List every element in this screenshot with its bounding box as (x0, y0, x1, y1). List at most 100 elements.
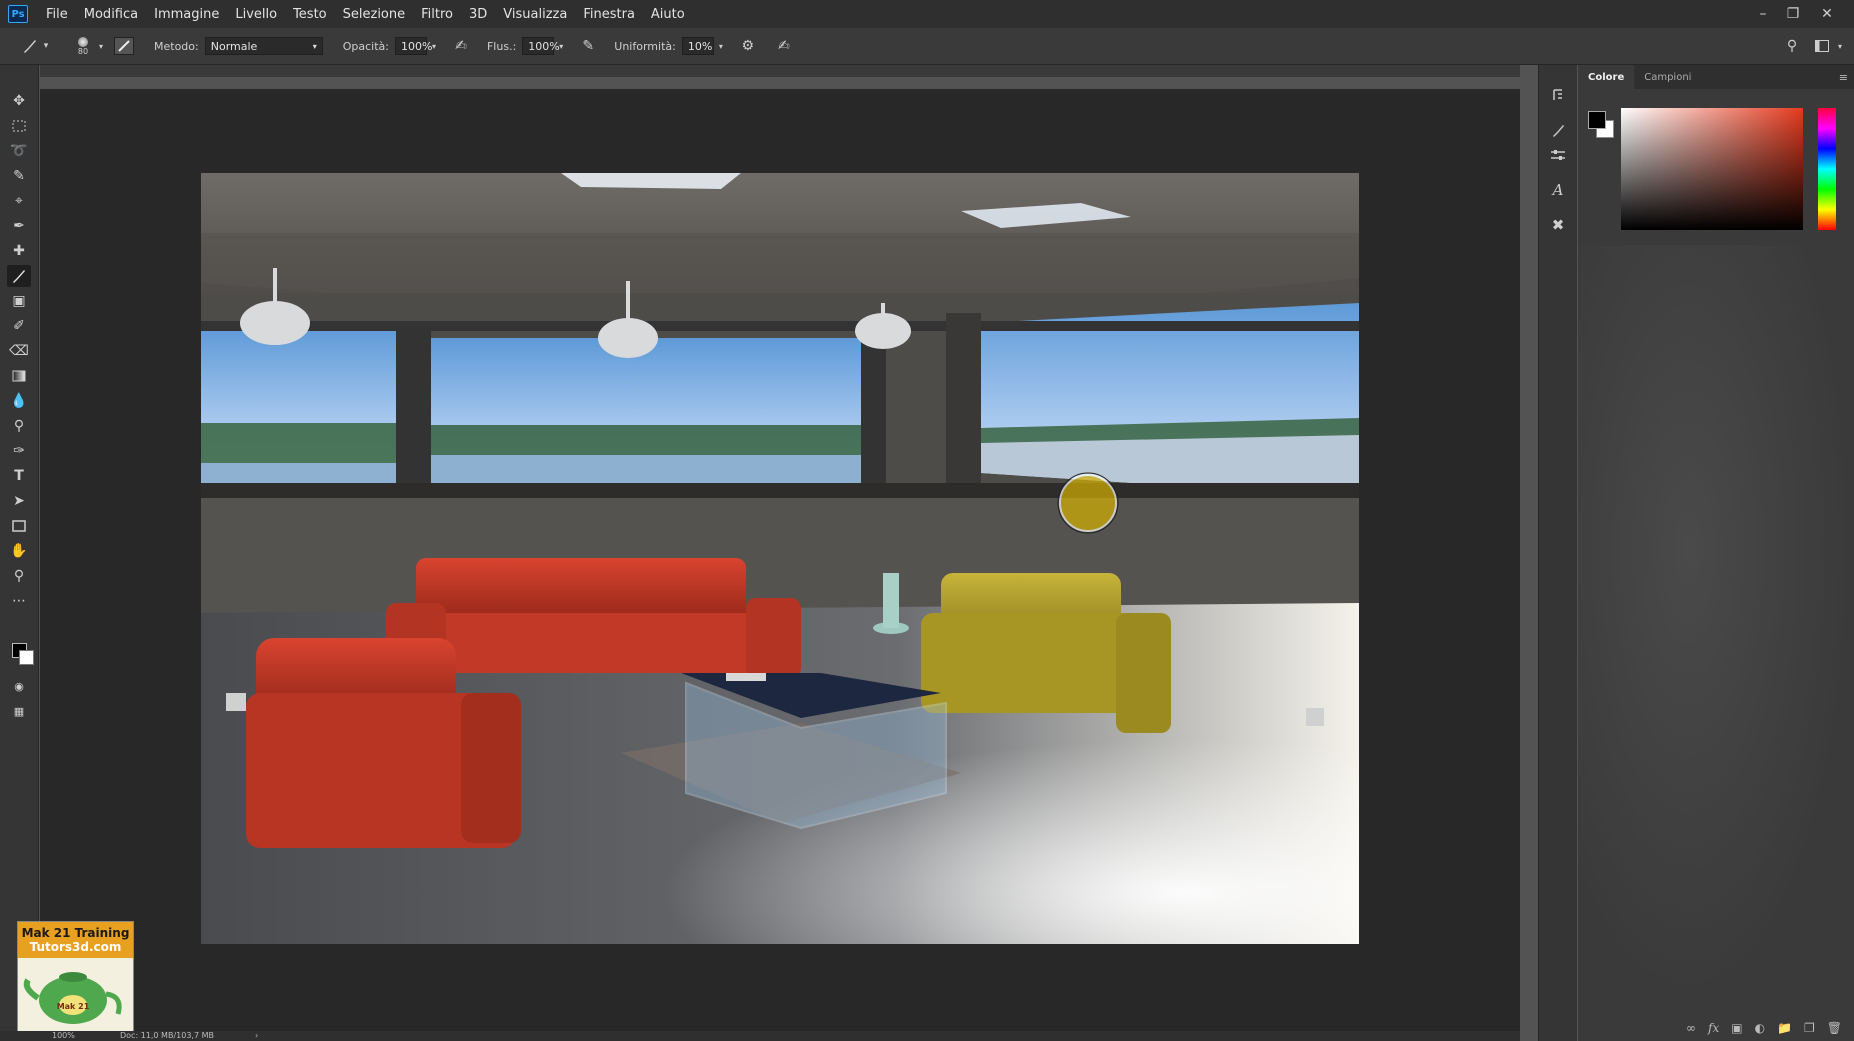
fx-icon[interactable]: fx (1708, 1021, 1719, 1035)
panel-menu-icon[interactable]: ≡ (1839, 71, 1848, 84)
menu-livello[interactable]: Livello (227, 7, 285, 22)
layers-panel-footer: ∞ fx ▣ ◐ 📁 ❐ 🗑 (1578, 1015, 1854, 1041)
clone-stamp-tool-icon[interactable]: ▣ (7, 290, 31, 312)
search-icon[interactable]: ⚲ (1782, 38, 1802, 54)
dodge-tool-icon[interactable]: ⚲ (7, 415, 31, 437)
uniformita-label: Uniformità: (614, 39, 676, 53)
minimize-icon[interactable]: – (1748, 0, 1778, 28)
background-color-swatch[interactable] (19, 650, 34, 665)
training-watermark: Mak 21 Training Tutors3d.com Mak 21 (17, 921, 134, 1035)
document-tab-strip (40, 65, 1520, 77)
chevron-down-icon[interactable]: ▾ (554, 42, 568, 51)
chevron-down-icon[interactable]: ▾ (427, 42, 441, 51)
adjustments-icon[interactable] (1548, 145, 1568, 165)
trash-icon[interactable]: 🗑 (1827, 1021, 1842, 1035)
lasso-tool-icon[interactable]: ➰ (7, 140, 31, 162)
more-tools-icon[interactable]: ⋯ (7, 590, 31, 612)
tab-colore[interactable]: Colore (1578, 65, 1635, 89)
tools-icon[interactable]: ✖ (1548, 215, 1568, 235)
metodo-value: Normale (210, 39, 258, 53)
screen-mode-icon[interactable]: ▦ (7, 700, 31, 722)
brush-settings-icon[interactable] (1548, 120, 1568, 140)
zoom-tool-icon[interactable]: ⚲ (7, 565, 31, 587)
panel-icon-column: A ✖ (1538, 65, 1577, 1041)
chevron-down-icon: ▾ (312, 41, 317, 51)
menu-visualizza[interactable]: Visualizza (495, 7, 575, 22)
hue-slider[interactable] (1818, 108, 1836, 230)
type-tool-icon[interactable]: T (7, 465, 31, 487)
hand-tool-icon[interactable]: ✋ (7, 540, 31, 562)
brush-tool-icon[interactable] (7, 265, 31, 287)
pressure-size-icon[interactable]: ✍ (774, 38, 794, 54)
new-layer-icon[interactable]: ❐ (1804, 1021, 1815, 1035)
metodo-label: Metodo: (154, 39, 199, 53)
workspace-icon[interactable] (1812, 40, 1832, 52)
new-group-icon[interactable]: 📁 (1777, 1021, 1792, 1035)
brush-settings-icon[interactable] (114, 37, 134, 55)
metodo-select[interactable]: Normale ▾ (204, 37, 323, 55)
quick-mask-icon[interactable]: ◉ (7, 675, 31, 697)
crop-tool-icon[interactable]: ⌖ (7, 190, 31, 212)
eraser-tool-icon[interactable]: ⌫ (7, 340, 31, 362)
watermark-line1: Mak 21 Training (21, 926, 130, 940)
character-icon[interactable]: A (1548, 180, 1568, 200)
document-image[interactable] (201, 173, 1359, 944)
uniformita-input[interactable]: 10% (681, 37, 714, 55)
chevron-down-icon[interactable]: ▾ (714, 42, 728, 51)
blur-tool-icon[interactable]: 💧 (7, 390, 31, 412)
chevron-down-icon[interactable]: ▾ (40, 41, 52, 51)
path-selection-tool-icon[interactable]: ➤ (7, 490, 31, 512)
opacita-label: Opacità: (342, 39, 389, 53)
watermark-logo-text: Mak 21 (57, 1002, 90, 1011)
blurred-panel-area (1578, 245, 1854, 1005)
brush-tool-icon[interactable] (20, 38, 40, 54)
menu-aiuto[interactable]: Aiuto (643, 7, 693, 22)
airbrush-icon[interactable]: ✎ (578, 38, 598, 54)
gradient-tool-icon[interactable] (7, 365, 31, 387)
adjustment-layer-icon[interactable]: ◐ (1755, 1021, 1765, 1035)
options-bar: ▾ 80 ▾ Metodo: Normale ▾ Opacità: 100% ▾… (0, 28, 1854, 65)
brush-size-value: 80 (77, 46, 89, 56)
zoom-level[interactable]: 100% (52, 1031, 75, 1040)
eyedropper-tool-icon[interactable]: ✒ (7, 215, 31, 237)
panel-tabs: Colore Campioni ≡ (1578, 65, 1854, 89)
gear-icon[interactable]: ⚙ (738, 38, 758, 54)
watermark-header: Mak 21 Training Tutors3d.com (18, 922, 133, 958)
watermark-line2: Tutors3d.com (29, 940, 122, 954)
tab-campioni[interactable]: Campioni (1634, 65, 1701, 89)
pressure-opacity-icon[interactable]: ✍ (451, 38, 471, 54)
close-icon[interactable]: ✕ (1812, 0, 1842, 28)
pen-tool-icon[interactable]: ✑ (7, 440, 31, 462)
menu-modifica[interactable]: Modifica (76, 7, 146, 22)
menu-filtro[interactable]: Filtro (413, 7, 461, 22)
opacita-input[interactable]: 100% (394, 37, 432, 55)
menu-immagine[interactable]: Immagine (146, 7, 227, 22)
add-mask-icon[interactable]: ▣ (1731, 1021, 1742, 1035)
link-layers-icon[interactable]: ∞ (1686, 1021, 1696, 1035)
flusso-input[interactable]: 100% (522, 37, 560, 55)
foreground-color-swatch[interactable] (1588, 111, 1606, 129)
document-size: Doc: 11,0 MB/103,7 MB (120, 1031, 214, 1040)
chevron-down-icon[interactable]: ▾ (96, 42, 106, 51)
rectangle-tool-icon[interactable] (7, 515, 31, 537)
chevron-right-icon[interactable]: › (255, 1031, 258, 1040)
color-picker-field[interactable] (1621, 108, 1803, 230)
move-tool-icon[interactable]: ✥ (7, 90, 31, 112)
status-bar: 100% Doc: 11,0 MB/103,7 MB › (0, 1031, 1520, 1041)
chevron-down-icon[interactable]: ▾ (1834, 42, 1846, 51)
history-icon[interactable] (1548, 85, 1568, 105)
brush-preset-picker[interactable]: 80 (70, 36, 96, 56)
menu-file[interactable]: File (38, 7, 76, 22)
healing-brush-tool-icon[interactable]: ✚ (7, 240, 31, 262)
color-panel: Colore Campioni ≡ ∞ fx ▣ ◐ 📁 ❐ 🗑 (1578, 65, 1854, 1041)
quick-selection-tool-icon[interactable]: ✎ (7, 165, 31, 187)
marquee-tool-icon[interactable] (7, 115, 31, 137)
restore-icon[interactable]: ❐ (1778, 0, 1808, 28)
menu-3d[interactable]: 3D (461, 7, 495, 22)
teapot-logo-icon: Mak 21 (23, 972, 122, 1024)
history-brush-tool-icon[interactable]: ✐ (7, 315, 31, 337)
photoshop-logo: Ps (8, 5, 28, 23)
menu-testo[interactable]: Testo (285, 7, 335, 22)
menu-selezione[interactable]: Selezione (335, 7, 414, 22)
menu-finestra[interactable]: Finestra (575, 7, 643, 22)
